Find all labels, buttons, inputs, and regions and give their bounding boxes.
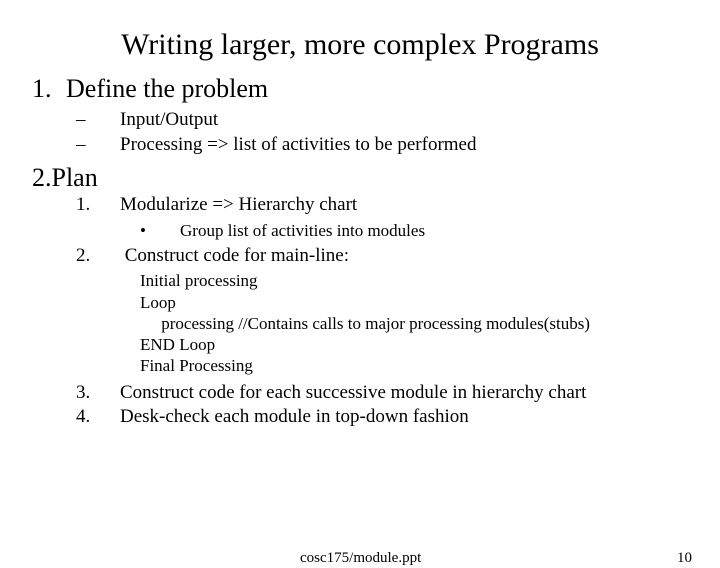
text-plan: Plan [52, 163, 98, 192]
text-desk-check: Desk-check each module in top-down fashi… [120, 406, 469, 427]
plan-modularize: 1.Modularize => Hierarchy chart [76, 193, 696, 218]
num-p1: 1. [76, 193, 120, 218]
text-io: Input/Output [120, 109, 218, 130]
text-define: Define the problem [66, 74, 268, 103]
item-plan: 2.Plan [32, 163, 696, 193]
num-p3: 3. [76, 381, 120, 406]
footer-page-number: 10 [677, 550, 692, 567]
text-modularize: Modularize => Hierarchy chart [120, 194, 357, 215]
plan-desk-check: 4.Desk-check each module in top-down fas… [76, 405, 696, 430]
slide-title: Writing larger, more complex Programs [0, 28, 720, 62]
plan-group: •Group list of activities into modules [140, 218, 696, 244]
text-construct-main: Construct code for main-line: [120, 245, 349, 266]
text-group: Group list of activities into modules [180, 221, 425, 240]
dash-icon: – [76, 133, 120, 158]
sub-processing: –Processing => list of activities to be … [76, 133, 696, 158]
plan-construct-main: 2. Construct code for main-line: [76, 244, 696, 269]
plan-construct-each: 3.Construct code for each successive mod… [76, 381, 696, 406]
bullet-icon: • [140, 218, 180, 244]
text-construct-each: Construct code for each successive modul… [120, 382, 586, 403]
dash-icon: – [76, 108, 120, 133]
sub-io: –Input/Output [76, 108, 696, 133]
num-p2: 2. [76, 244, 120, 269]
footer-path: cosc175/module.ppt [300, 550, 421, 567]
text-processing: Processing => list of activities to be p… [120, 134, 477, 155]
slide-body: 1.Define the problem –Input/Output –Proc… [0, 74, 720, 430]
num-2: 2. [32, 163, 52, 192]
item-define: 1.Define the problem [32, 74, 696, 104]
num-p4: 4. [76, 405, 120, 430]
num-1: 1. [32, 74, 66, 104]
pseudocode-block: Initial processing Loop processing //Con… [140, 270, 696, 376]
